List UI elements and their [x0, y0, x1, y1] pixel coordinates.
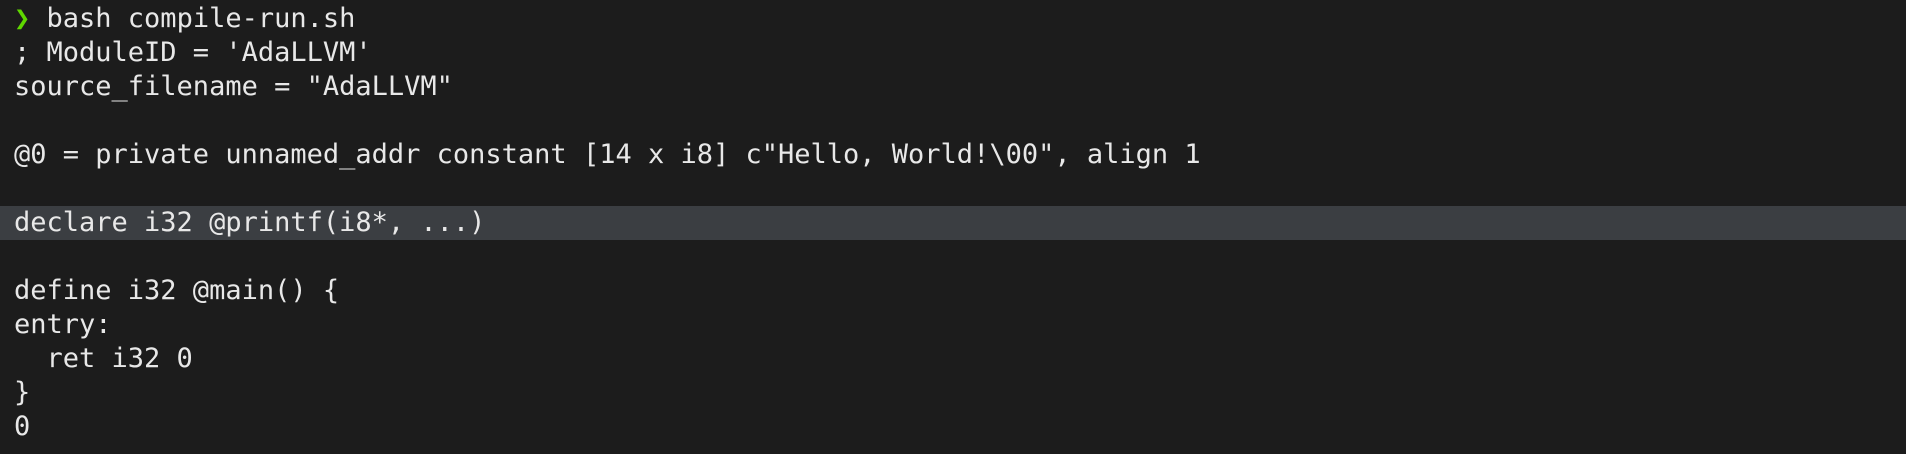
output-line-blank — [0, 172, 1906, 206]
output-line-blank — [0, 104, 1906, 138]
output-line-exit-code: 0 — [14, 411, 31, 442]
prompt-chevron-icon: ❯ — [14, 3, 31, 34]
output-line-module-id: ; ModuleID = 'AdaLLVM' — [14, 37, 372, 68]
output-line-entry: entry: — [14, 309, 112, 340]
output-line-ret: ret i32 0 — [14, 343, 193, 374]
prompt-line: ❯ bash compile-run.sh — [0, 2, 1906, 36]
command-text: bash compile-run.sh — [30, 3, 356, 34]
output-line-blank — [0, 240, 1906, 274]
output-line-define-main: define i32 @main() { — [14, 275, 340, 306]
output-line-source-filename: source_filename = "AdaLLVM" — [14, 71, 453, 102]
output-line-declare-selected: declare i32 @printf(i8*, ...) — [0, 206, 1906, 240]
output-line-close-brace: } — [14, 377, 31, 408]
output-line-constant: @0 = private unnamed_addr constant [14 x… — [14, 139, 1201, 170]
terminal-window[interactable]: ❯ bash compile-run.sh ; ModuleID = 'AdaL… — [0, 0, 1906, 454]
